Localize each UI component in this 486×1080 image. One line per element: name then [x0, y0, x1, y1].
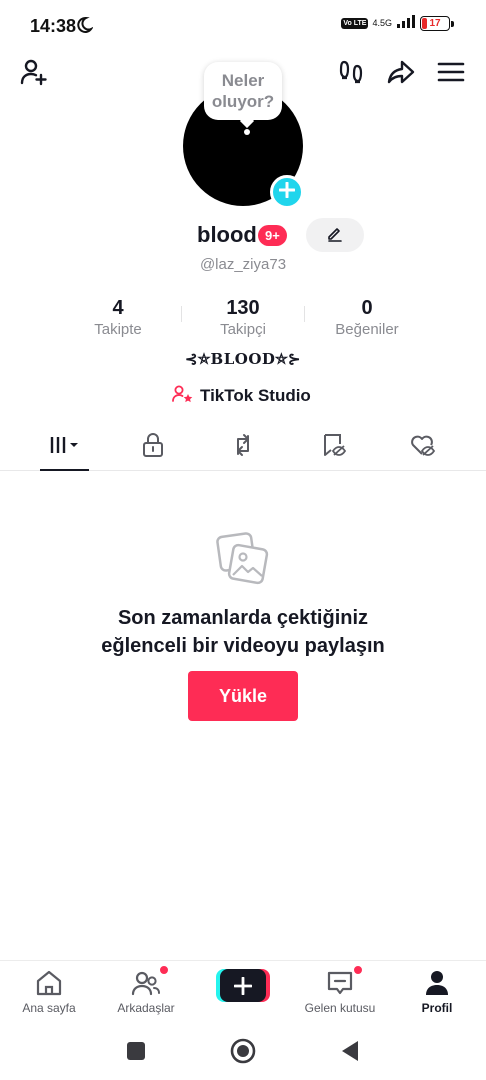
recents-button[interactable] [126, 1041, 146, 1066]
note-text: Neler oluyor? [211, 71, 275, 111]
studio-user-star-icon [172, 384, 194, 409]
nav-home-label: Ana sayfa [22, 1001, 76, 1015]
bottom-navigation: Ana sayfa Arkadaşlar Gelen kutusu Profil [0, 960, 486, 1020]
nav-inbox-label: Gelen kutusu [304, 1001, 376, 1015]
followers-label: Takipçi [220, 321, 266, 338]
tab-saved[interactable] [304, 425, 364, 469]
active-tab-indicator [40, 469, 89, 471]
note-bubble[interactable]: Neler oluyor? [204, 62, 282, 120]
create-plus-icon [220, 969, 266, 1002]
create-button[interactable] [216, 969, 270, 1002]
name-row: blood 9+ [0, 218, 486, 252]
stat-followers[interactable]: 130 Takipçi [183, 296, 303, 340]
battery-icon: 17 [420, 16, 450, 31]
likes-count: 0 [361, 297, 373, 319]
tab-reposts[interactable] [213, 425, 273, 469]
volte-badge: Vo LTE [341, 18, 369, 29]
empty-state-line-1: Son zamanlarda çektiğiniz [117, 607, 369, 629]
home-icon [1, 967, 97, 999]
back-triangle-icon [340, 1041, 360, 1066]
circle-home-icon [230, 1038, 256, 1068]
profile-bio: ⊰⛤BLOOD⛤⊱ [184, 350, 301, 368]
battery-cap [451, 20, 454, 27]
saved-hidden-icon [321, 432, 347, 463]
nav-home[interactable]: Ana sayfa [1, 967, 97, 1015]
empty-state-message: Son zamanlarda çektiğiniz eğlenceli bir … [0, 604, 486, 660]
stat-likes[interactable]: 0 Beğeniler [307, 296, 427, 340]
add-friend-button[interactable] [18, 58, 50, 90]
pencil-icon [326, 224, 344, 247]
menu-icon [437, 60, 465, 89]
stat-divider [181, 306, 182, 322]
note-bubble-dot [244, 129, 250, 135]
followers-count: 130 [226, 297, 260, 319]
repost-icon [230, 432, 256, 463]
upload-button[interactable]: Yükle [188, 671, 298, 721]
tab-videos[interactable] [35, 425, 95, 469]
studio-label: TikTok Studio [200, 386, 311, 405]
do-not-disturb-moon-icon [75, 16, 94, 39]
stat-divider [304, 306, 305, 322]
nav-friends[interactable]: Arkadaşlar [98, 965, 194, 1015]
tiktok-studio-link[interactable]: TikTok Studio [172, 385, 311, 407]
status-bar: 14:38 Vo LTE 4.5G 17 [0, 0, 486, 52]
nav-profile-label: Profil [421, 1001, 453, 1015]
username: blood [197, 222, 257, 247]
battery-level: 17 [429, 18, 441, 29]
liked-hidden-icon [409, 432, 437, 463]
inbox-notification-dot [353, 965, 363, 975]
tab-liked[interactable] [393, 425, 453, 469]
photos-icon [213, 531, 271, 594]
profile-views-button[interactable] [336, 58, 368, 90]
menu-button[interactable] [435, 58, 467, 90]
nav-friends-label: Arkadaşlar [117, 1001, 175, 1015]
edit-profile-button[interactable] [306, 218, 364, 252]
notification-badge[interactable]: 9+ [258, 225, 287, 246]
following-label: Takipte [94, 321, 142, 338]
status-time: 14:38 [30, 16, 77, 36]
following-count: 4 [112, 297, 124, 319]
back-button[interactable] [340, 1040, 360, 1067]
footprints-icon [337, 57, 367, 92]
nav-inbox[interactable]: Gelen kutusu [292, 965, 388, 1015]
inbox-icon [292, 965, 388, 999]
profile-icon [389, 967, 485, 999]
add-friend-icon [19, 57, 49, 92]
add-story-button[interactable] [270, 175, 304, 209]
friends-icon [98, 965, 194, 999]
user-handle: @laz_ziya73 [199, 256, 287, 273]
content-tabs [0, 425, 486, 471]
share-icon [386, 57, 416, 92]
signal-icon [396, 14, 416, 33]
square-icon [126, 1042, 146, 1065]
share-profile-button[interactable] [385, 58, 417, 90]
videos-grid-icon [48, 434, 82, 461]
empty-state-line-2: eğlenceli bir videoyu paylaşın [101, 635, 385, 657]
friends-notification-dot [159, 965, 169, 975]
system-navigation-bar [0, 1020, 486, 1080]
network-type: 4.5G [372, 18, 392, 28]
home-system-button[interactable] [230, 1038, 256, 1069]
plus-icon [278, 181, 296, 203]
lock-icon [141, 432, 165, 463]
tab-private[interactable] [123, 425, 183, 469]
profile-stats: 4 Takipte 130 Takipçi 0 Beğeniler [0, 296, 486, 342]
nav-profile[interactable]: Profil [389, 967, 485, 1015]
status-indicators: Vo LTE 4.5G 17 [341, 14, 454, 33]
likes-label: Beğeniler [335, 321, 399, 338]
stat-following[interactable]: 4 Takipte [58, 296, 178, 340]
